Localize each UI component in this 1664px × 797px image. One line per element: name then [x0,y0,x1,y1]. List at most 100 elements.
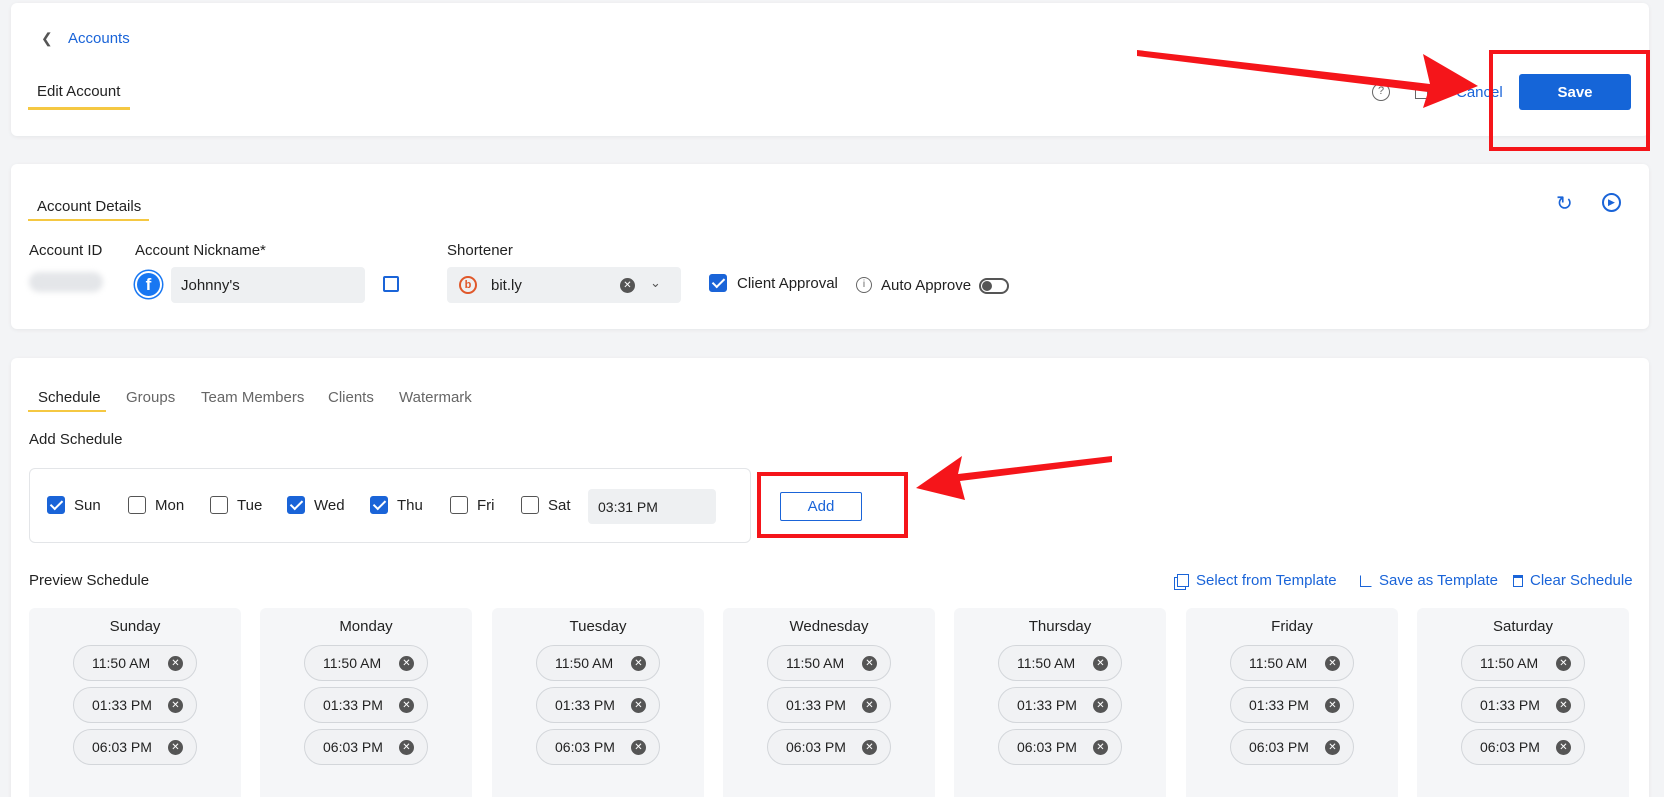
bitly-icon: b [459,276,477,294]
tab-clients[interactable]: Clients [328,389,374,406]
time-chip: 11:50 AM ✕ [1461,645,1585,681]
remove-time-icon[interactable]: ✕ [631,656,646,671]
remove-time-icon[interactable]: ✕ [862,698,877,713]
time-text: 06:03 PM [323,739,383,755]
time-chip: 11:50 AM ✕ [536,645,660,681]
preview-column-wednesday: Wednesday 11:50 AM ✕ 01:33 PM ✕ 06:03 PM ✕ [723,608,935,797]
clear-schedule-label: Clear Schedule [1530,572,1633,589]
day-label: Sun [74,496,101,514]
day-label: Wed [314,496,345,514]
info-icon[interactable]: i [856,277,872,293]
save-as-template-label: Save as Template [1379,572,1498,589]
remove-time-icon[interactable]: ✕ [1093,740,1108,755]
time-chip: 01:33 PM ✕ [998,687,1122,723]
play-circle-icon[interactable]: ▶ [1602,193,1621,212]
preview-column-thursday: Thursday 11:50 AM ✕ 01:33 PM ✕ 06:03 PM ✕ [954,608,1166,797]
tab-schedule[interactable]: Schedule [38,389,101,406]
day-label: Mon [155,496,185,514]
remove-time-icon[interactable]: ✕ [1556,740,1571,755]
account-id-label: Account ID [29,242,103,259]
external-link-icon[interactable] [383,276,399,292]
remove-time-icon[interactable]: ✕ [168,656,183,671]
remove-time-icon[interactable]: ✕ [862,740,877,755]
day-option-thu[interactable]: Thu [370,496,423,514]
remove-time-icon[interactable]: ✕ [168,740,183,755]
time-text: 01:33 PM [1017,697,1077,713]
time-chip: 06:03 PM ✕ [536,729,660,765]
auto-approve-toggle[interactable] [979,278,1009,294]
time-chip: 11:50 AM ✕ [304,645,428,681]
time-text: 11:50 AM [92,655,151,671]
remove-time-icon[interactable]: ✕ [1556,656,1571,671]
time-text: 11:50 AM [786,655,845,671]
tab-team-members[interactable]: Team Members [201,389,304,406]
select-from-template-button[interactable]: Select from Template [1177,572,1337,589]
client-approval-check-icon [709,274,727,292]
page-tab-underline [28,107,130,110]
account-nickname-input[interactable]: Johnny's [171,267,365,303]
schedule-time-input[interactable]: 03:31 PM [588,489,716,524]
time-chip: 01:33 PM ✕ [1461,687,1585,723]
time-text: 01:33 PM [1249,697,1309,713]
remove-time-icon[interactable]: ✕ [399,656,414,671]
day-option-tue[interactable]: Tue [210,496,262,514]
shortener-select[interactable]: b bit.ly ✕ ⌄ [447,267,681,303]
time-chip: 11:50 AM ✕ [767,645,891,681]
tab-groups[interactable]: Groups [126,389,175,406]
remove-time-icon[interactable]: ✕ [1556,698,1571,713]
time-text: 11:50 AM [1480,655,1539,671]
time-chip: 01:33 PM ✕ [1230,687,1354,723]
remove-time-icon[interactable]: ✕ [631,740,646,755]
auto-approve-label: Auto Approve [881,277,972,294]
remove-time-icon[interactable]: ✕ [1093,698,1108,713]
template-copy-icon [1177,574,1189,587]
save-as-template-button[interactable]: Save as Template [1360,572,1498,589]
time-chip: 06:03 PM ✕ [73,729,197,765]
refresh-icon[interactable]: ↻ [1556,191,1573,216]
tab-watermark[interactable]: Watermark [399,389,472,406]
toggle-knob [982,281,992,291]
remove-time-icon[interactable]: ✕ [1093,656,1108,671]
time-text: 11:50 AM [1017,655,1076,671]
preview-column-saturday: Saturday 11:50 AM ✕ 01:33 PM ✕ 06:03 PM ✕ [1417,608,1629,797]
day-label: Fri [477,496,495,514]
page-tab-edit-account[interactable]: Edit Account [37,83,120,100]
client-approval-checkbox[interactable]: Client Approval [709,274,838,292]
time-chip: 11:50 AM ✕ [73,645,197,681]
save-template-icon [1360,574,1372,587]
remove-time-icon[interactable]: ✕ [399,698,414,713]
remove-time-icon[interactable]: ✕ [168,698,183,713]
facebook-icon: f [135,271,162,298]
remove-time-icon[interactable]: ✕ [1325,698,1340,713]
help-icon[interactable]: ? [1372,83,1390,101]
day-option-sun[interactable]: Sun [47,496,101,514]
day-option-wed[interactable]: Wed [287,496,345,514]
select-from-template-label: Select from Template [1196,572,1337,589]
remove-time-icon[interactable]: ✕ [1325,656,1340,671]
breadcrumb-accounts-link[interactable]: Accounts [68,30,130,47]
back-chevron-icon[interactable]: ❮ [41,30,53,47]
clear-shortener-icon[interactable]: ✕ [620,278,635,293]
checkbox-icon [521,496,539,514]
checkbox-icon [47,496,65,514]
time-chip: 06:03 PM ✕ [1461,729,1585,765]
day-option-fri[interactable]: Fri [450,496,495,514]
clear-schedule-button[interactable]: Clear Schedule [1513,572,1633,589]
remove-time-icon[interactable]: ✕ [862,656,877,671]
time-chip: 11:50 AM ✕ [1230,645,1354,681]
chevron-down-icon[interactable]: ⌄ [650,275,661,291]
column-day-title: Friday [1271,618,1313,635]
time-text: 11:50 AM [323,655,382,671]
account-nickname-label: Account Nickname* [135,242,266,259]
time-chip: 01:33 PM ✕ [73,687,197,723]
time-text: 01:33 PM [323,697,383,713]
day-option-mon[interactable]: Mon [128,496,184,514]
remove-time-icon[interactable]: ✕ [1325,740,1340,755]
remove-time-icon[interactable]: ✕ [631,698,646,713]
account-details-card: Account Details ↻ ▶ Account ID Account N… [11,164,1649,329]
remove-time-icon[interactable]: ✕ [399,740,414,755]
trash-icon[interactable] [1415,84,1428,99]
day-label: Thu [397,496,423,514]
time-text: 06:03 PM [786,739,846,755]
day-option-sat[interactable]: Sat [521,496,571,514]
